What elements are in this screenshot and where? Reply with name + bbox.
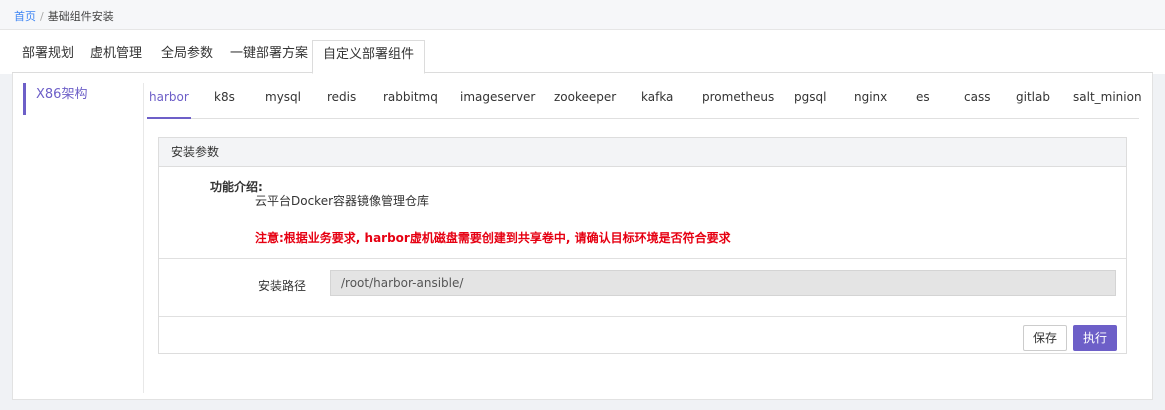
card-divider-bottom	[159, 316, 1126, 317]
tab-global-params[interactable]: 全局参数	[151, 40, 223, 74]
component-tab-imageserver[interactable]: imageserver	[460, 90, 535, 117]
save-button[interactable]: 保存	[1023, 325, 1068, 351]
component-tab-harbor[interactable]: harbor	[147, 90, 191, 119]
component-tab-es[interactable]: es	[916, 90, 930, 117]
tab-vm-management[interactable]: 虚机管理	[80, 40, 152, 74]
component-tab-pgsql[interactable]: pgsql	[794, 90, 826, 117]
tab-deploy-plan[interactable]: 部署规划	[12, 40, 84, 74]
component-tab-rabbitmq[interactable]: rabbitmq	[383, 90, 438, 117]
component-tab-redis[interactable]: redis	[327, 90, 356, 117]
component-tab-cass[interactable]: cass	[964, 90, 990, 117]
component-tab-kafka[interactable]: kafka	[641, 90, 673, 117]
component-tab-zookeeper[interactable]: zookeeper	[554, 90, 616, 117]
component-tab-mysql[interactable]: mysql	[265, 90, 301, 117]
breadcrumb-home-link[interactable]: 首页	[14, 10, 36, 23]
component-tab-prometheus[interactable]: prometheus	[702, 90, 774, 117]
arch-sidebar: X86架构	[23, 83, 144, 393]
component-tab-nginx[interactable]: nginx	[854, 90, 887, 117]
tab-custom-components[interactable]: 自定义部署组件	[312, 40, 426, 74]
component-tab-gitlab[interactable]: gitlab	[1016, 90, 1050, 117]
breadcrumb-separator: /	[40, 10, 44, 23]
main-panel: X86架构 harbor k8s mysql redis rabbitmq im…	[12, 73, 1153, 400]
intro-text: 云平台Docker容器镜像管理仓库	[255, 194, 430, 208]
component-tab-k8s[interactable]: k8s	[214, 90, 235, 117]
install-path-label: 安装路径	[258, 279, 307, 293]
component-tab-salt-minion[interactable]: salt_minion	[1073, 90, 1142, 117]
install-params-card: 安装参数 功能介绍: 云平台Docker容器镜像管理仓库 注意:根据业务要求, …	[158, 137, 1127, 354]
execute-button[interactable]: 执行	[1073, 325, 1118, 351]
top-tab-bar: 部署规划 虚机管理 全局参数 一键部署方案 自定义部署组件	[0, 30, 1165, 74]
warning-text: 注意:根据业务要求, harbor虚机磁盘需要创建到共享卷中, 请确认目标环境是…	[255, 231, 731, 245]
tab-one-click-plan[interactable]: 一键部署方案	[220, 40, 318, 74]
card-title: 安装参数	[159, 138, 1126, 167]
breadcrumb: 首页 / 基础组件安装	[0, 0, 1165, 30]
component-tab-bar: harbor k8s mysql redis rabbitmq imageser…	[147, 90, 1142, 119]
card-divider	[159, 258, 1126, 259]
install-path-input[interactable]	[330, 270, 1116, 296]
breadcrumb-current: 基础组件安装	[47, 10, 114, 23]
arch-item-x86[interactable]: X86架构	[23, 83, 142, 115]
